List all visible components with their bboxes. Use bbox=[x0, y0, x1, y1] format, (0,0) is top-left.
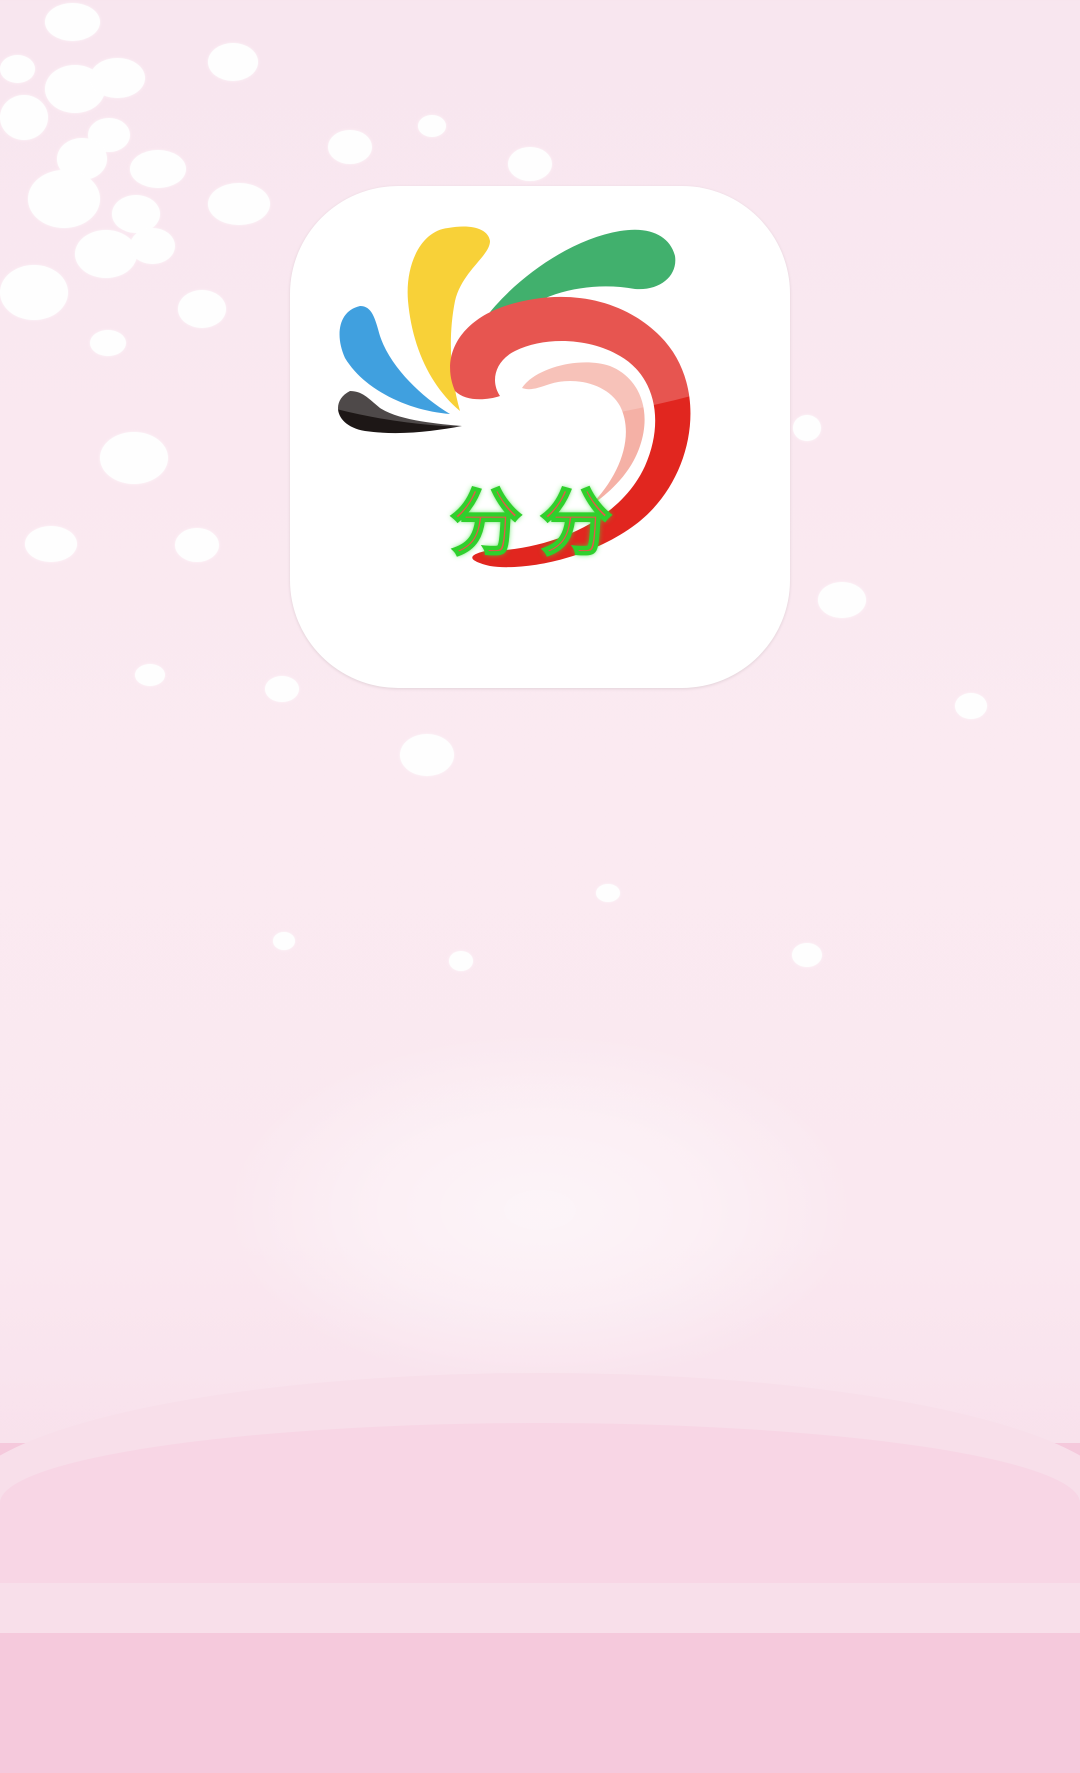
bubble-decoration bbox=[400, 734, 454, 776]
app-icon: 分分 bbox=[290, 186, 790, 688]
bubble-decoration bbox=[75, 230, 137, 278]
soft-glow-decoration bbox=[220, 1030, 860, 1390]
bubble-decoration bbox=[130, 228, 175, 264]
bubble-decoration bbox=[0, 95, 48, 140]
bubble-decoration bbox=[90, 330, 126, 356]
bubble-decoration bbox=[135, 664, 165, 686]
bubble-decoration bbox=[818, 582, 866, 618]
bubble-decoration bbox=[208, 183, 270, 225]
bubble-decoration bbox=[175, 528, 219, 562]
bubble-decoration bbox=[596, 884, 620, 902]
bubble-decoration bbox=[418, 115, 446, 137]
bubble-decoration bbox=[28, 170, 100, 228]
bubble-decoration bbox=[508, 147, 552, 181]
cloud-band-decoration bbox=[0, 1373, 1080, 1773]
bubble-decoration bbox=[208, 43, 258, 81]
bubble-decoration bbox=[955, 693, 987, 719]
bubble-decoration bbox=[100, 432, 168, 484]
bubble-decoration bbox=[45, 3, 100, 41]
gloss-overlay-shape bbox=[290, 186, 790, 428]
bubble-decoration bbox=[130, 150, 186, 188]
bubble-decoration bbox=[328, 130, 372, 164]
bubble-decoration bbox=[90, 58, 145, 98]
bubble-decoration bbox=[178, 290, 226, 328]
app-logo-icon bbox=[290, 186, 790, 568]
app-name-label: 分分 bbox=[449, 480, 630, 566]
bubble-decoration bbox=[0, 55, 35, 83]
bubble-decoration bbox=[449, 951, 473, 971]
bubble-decoration bbox=[25, 526, 77, 562]
bubble-decoration bbox=[792, 943, 822, 967]
bubble-decoration bbox=[793, 415, 821, 441]
bubble-decoration bbox=[273, 932, 295, 950]
bubble-decoration bbox=[0, 265, 68, 320]
